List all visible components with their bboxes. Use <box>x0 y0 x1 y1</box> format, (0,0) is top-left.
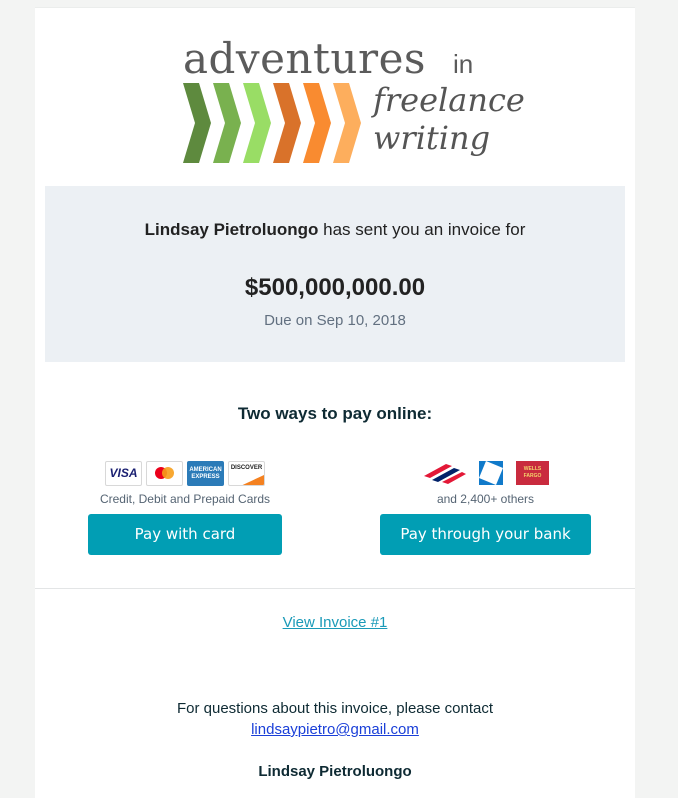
pay-heading: Two ways to pay online: <box>237 404 433 423</box>
pay-through-bank-button[interactable]: Pay through your bank <box>380 514 591 555</box>
bank-of-america-icon <box>424 464 466 484</box>
card-payment-column: VISA AMERICAN EXPRESS DISCOVER Credit, D… <box>88 459 282 555</box>
brand-logo: adventures in freelance writing <box>183 34 525 170</box>
invoice-email-card: adventures in freelance writing Lindsay … <box>35 7 635 798</box>
logo-text-adventures: adventures <box>183 34 426 83</box>
bank-caption: and 2,400+ others <box>436 492 535 506</box>
chevron-mark <box>303 83 331 163</box>
invoice-summary: Lindsay Pietroluongo has sent you an inv… <box>45 186 625 362</box>
chevron-arrows-icon <box>183 83 361 163</box>
card-logos: VISA AMERICAN EXPRESS DISCOVER <box>88 459 282 487</box>
mastercard-icon <box>146 460 183 486</box>
contact-email-link[interactable]: lindsaypietro@gmail.com <box>251 721 419 738</box>
sent-text: has sent you an invoice for <box>318 220 526 239</box>
chevron-mark <box>333 83 361 163</box>
discover-icon: DISCOVER <box>228 460 265 486</box>
view-invoice-row: View Invoice #1 <box>35 614 635 632</box>
sender-name: Lindsay Pietroluongo <box>144 220 319 239</box>
chevron-mark <box>273 83 301 163</box>
bank-logos: WELLS FARGO <box>380 459 591 487</box>
sender-signature: Lindsay Pietroluongo <box>258 763 412 780</box>
chevron-mark <box>213 83 241 163</box>
chevron-mark <box>243 83 271 163</box>
section-divider <box>35 588 635 589</box>
chase-icon <box>479 461 503 485</box>
pay-with-card-button[interactable]: Pay with card <box>88 514 282 555</box>
contact-section: For questions about this invoice, please… <box>35 698 635 740</box>
visa-icon: VISA <box>105 460 142 486</box>
card-caption: Credit, Debit and Prepaid Cards <box>99 492 271 506</box>
invoice-amount: $500,000,000.00 <box>244 274 426 301</box>
logo-text-freelance: freelance <box>373 81 525 119</box>
chevron-mark <box>183 83 211 163</box>
contact-text: For questions about this invoice, please… <box>176 700 494 717</box>
wells-fargo-icon: WELLS FARGO <box>516 461 549 485</box>
sent-message: Lindsay Pietroluongo has sent you an inv… <box>45 220 625 240</box>
due-date: Due on Sep 10, 2018 <box>264 312 406 329</box>
logo-text-writing: writing <box>373 119 491 157</box>
bank-payment-column: WELLS FARGO and 2,400+ others Pay throug… <box>380 459 591 555</box>
logo-text-in: in <box>453 49 474 79</box>
amex-icon: AMERICAN EXPRESS <box>187 460 224 486</box>
view-invoice-link[interactable]: View Invoice #1 <box>283 614 388 631</box>
